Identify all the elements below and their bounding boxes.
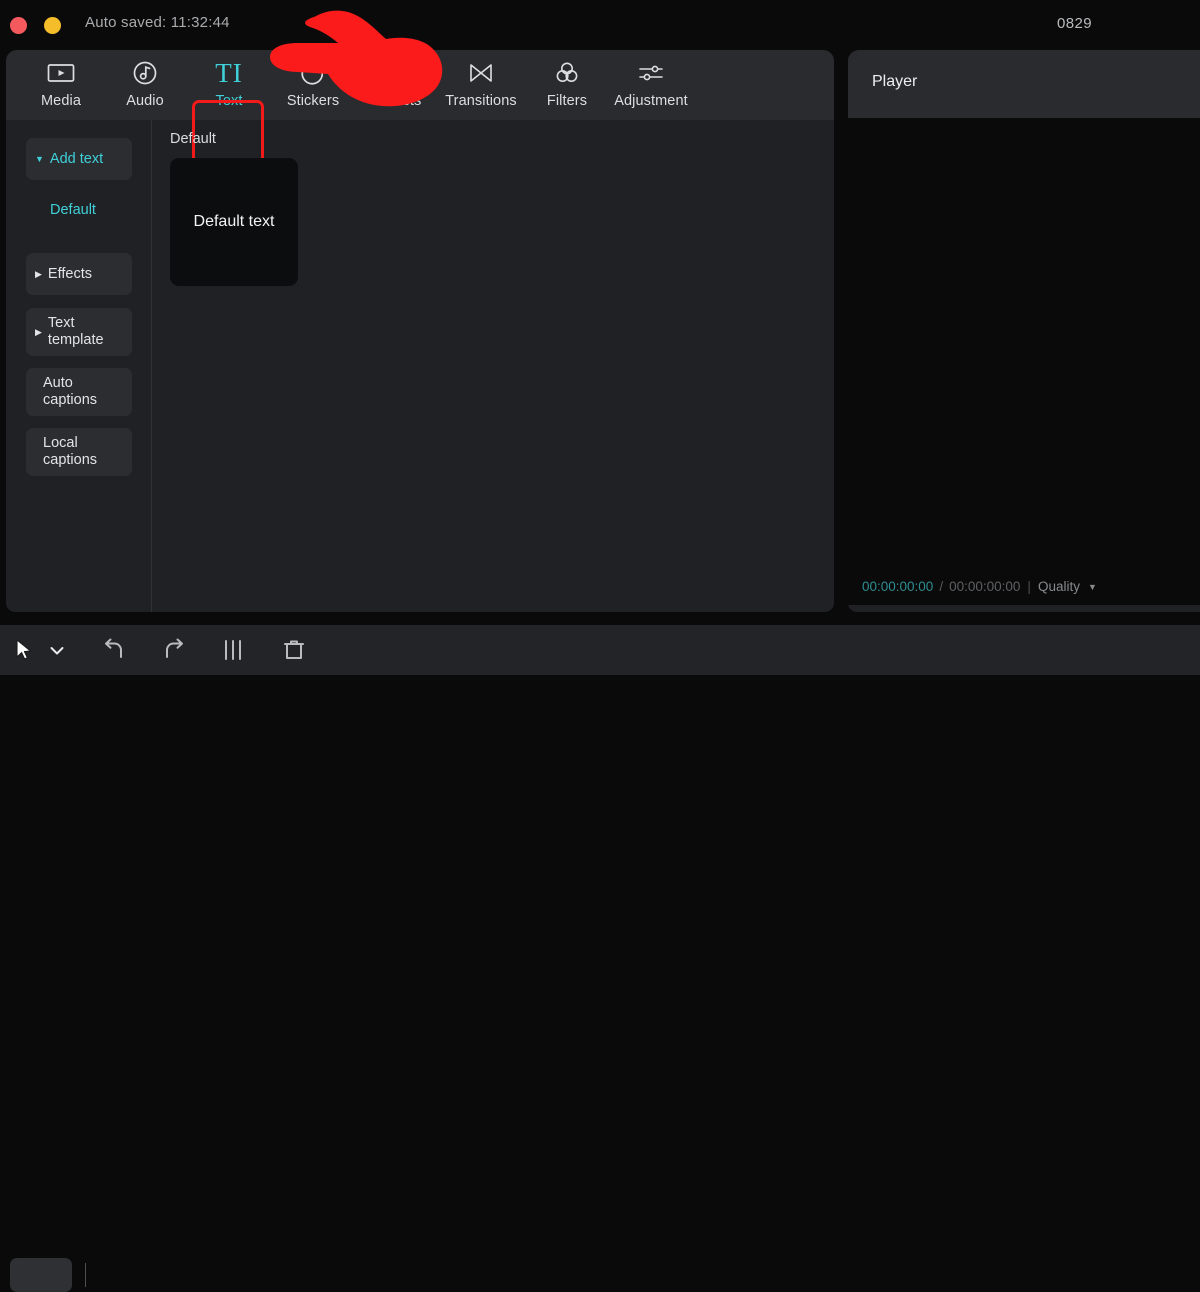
tab-media[interactable]: Media [18,56,104,109]
audio-icon [131,56,159,90]
text-preset-card[interactable]: Default text [170,158,298,286]
sidebar-item-label: Text template [47,315,104,348]
sidebar-item-label: Effects [47,265,92,282]
chevron-down-icon[interactable]: ▼ [1088,582,1097,592]
sidebar-item-add-text[interactable]: ▼ Add text [26,138,132,180]
minimize-dot[interactable] [44,17,61,34]
sidebar-item-label: Add text [49,150,104,167]
chevron-down-icon: ▼ [35,154,44,164]
player-footer: 00:00:00:00 / 00:00:00:00 | Quality ▼ [862,579,1097,594]
sidebar-item-label: Auto captions [43,375,98,408]
split-icon[interactable] [220,633,246,667]
player-title: Player [872,73,918,90]
sidebar-item-text-template[interactable]: ▶ Text template [26,308,132,356]
tab-label: Filters [546,93,588,109]
tab-effects[interactable]: Effects [356,56,442,109]
text-panel-body: ▼ Add text Default ▶ Effects ▶ Text temp… [6,120,834,612]
sidebar-item-label: Local captions [43,435,98,468]
left-panel: Media Audio TI Text Stickers Effects Tra… [6,50,834,612]
select-cursor-tool-group[interactable] [10,1258,72,1292]
tab-audio[interactable]: Audio [102,56,188,109]
tab-label: Stickers [286,93,340,109]
bottom-toolbar [0,625,1200,1292]
sidebar-item-default[interactable]: Default [26,198,132,222]
filters-icon [553,56,581,90]
cursor-icon[interactable] [14,633,34,667]
text-icon: TI [215,56,242,90]
sidebar-item-auto-captions[interactable]: Auto captions [26,368,132,416]
project-name: 0829 [1057,15,1092,32]
tab-label: Effects [376,93,422,109]
sidebar-item-label: Default [50,201,96,218]
toolbar-divider [85,1263,86,1287]
section-title: Default [170,131,216,147]
undo-icon[interactable] [99,633,129,667]
text-content-area: Default Default text [153,120,834,612]
tab-stickers[interactable]: Stickers [270,56,356,109]
player-stage[interactable] [848,118,1200,605]
tab-label: Audio [126,93,164,109]
stickers-icon [299,56,327,90]
tab-label: Media [41,93,81,109]
duration-timecode: 00:00:00:00 [949,579,1021,594]
chevron-down-icon[interactable] [48,633,66,667]
tab-transitions[interactable]: Transitions [438,56,524,109]
media-icon [46,56,76,90]
close-dot[interactable] [10,17,27,34]
trash-icon[interactable] [281,633,307,667]
window-controls [10,17,61,34]
tab-adjustment[interactable]: Adjustment [608,56,694,109]
title-bar: Auto saved: 11:32:44 0829 [0,0,1200,50]
main-toolbar: Media Audio TI Text Stickers Effects Tra… [6,50,834,120]
vertical-divider: | [1027,579,1031,594]
tab-label: Transitions [445,93,517,109]
tab-label: Adjustment [614,93,688,109]
tab-text[interactable]: TI Text [186,56,272,109]
quality-label[interactable]: Quality [1038,579,1080,594]
transitions-icon [467,56,495,90]
effects-icon [385,56,413,90]
text-sidebar: ▼ Add text Default ▶ Effects ▶ Text temp… [6,120,152,612]
chevron-right-icon: ▶ [35,326,42,337]
adjustment-icon [636,56,666,90]
text-icon-glyph: TI [215,58,243,88]
chevron-right-icon: ▶ [35,268,42,279]
tab-filters[interactable]: Filters [524,56,610,109]
autosave-status: Auto saved: 11:32:44 [85,14,230,31]
current-timecode[interactable]: 00:00:00:00 [862,579,933,594]
sidebar-item-effects[interactable]: ▶ Effects [26,253,132,295]
player-header: Player [848,50,1200,118]
timecode-separator: / [939,579,944,594]
redo-icon[interactable] [159,633,189,667]
player-panel: Player 00:00:00:00 / 00:00:00:00 | Quali… [848,50,1200,612]
sidebar-item-local-captions[interactable]: Local captions [26,428,132,476]
text-preset-label: Default text [193,213,275,230]
tab-label: Text [215,93,243,109]
